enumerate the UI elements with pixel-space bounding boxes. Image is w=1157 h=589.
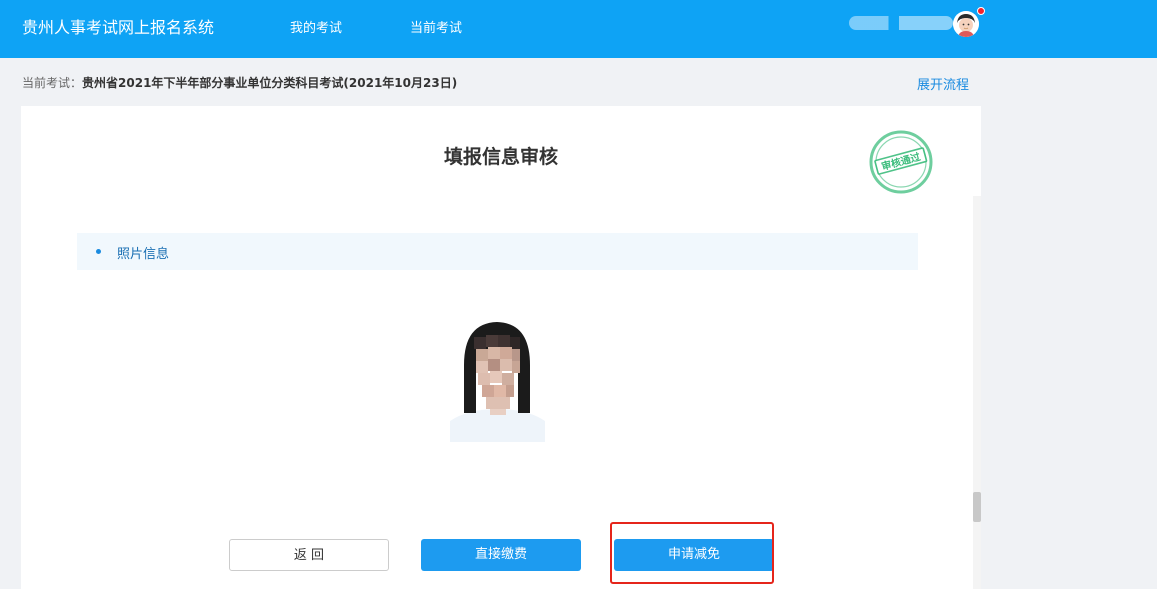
breadcrumb: 当前考试：贵州省2021年下半年部分事业单位分类科目考试(2021年10月23日…: [22, 74, 457, 91]
section-label: 照片信息: [117, 247, 170, 262]
annotation-highlight-box: [610, 522, 774, 584]
nav-current-exam[interactable]: 当前考试: [410, 17, 462, 36]
app-title: 贵州人事考试网上报名系统: [22, 18, 215, 37]
expand-process-link[interactable]: 展开流程: [917, 74, 969, 93]
bullet-dot-icon: [96, 249, 101, 254]
top-navigation-bar: 贵州人事考试网上报名系统 我的考试 当前考试: [0, 0, 1157, 58]
breadcrumb-label: 当前考试：: [22, 76, 83, 90]
back-button[interactable]: 返 回: [229, 539, 389, 571]
direct-pay-button[interactable]: 直接缴费: [421, 539, 581, 571]
photo-info-section-header: 照片信息: [77, 233, 918, 270]
review-panel: 填报信息审核 审核通过 照片信息: [21, 106, 981, 589]
vertical-scrollbar[interactable]: [973, 196, 981, 589]
notification-dot: [977, 7, 985, 15]
scrollbar-thumb[interactable]: [973, 492, 981, 522]
current-exam-name: 贵州省2021年下半年部分事业单位分类科目考试(2021年10月23日): [82, 76, 458, 90]
nav-my-exams[interactable]: 我的考试: [290, 17, 342, 36]
user-avatar-icon[interactable]: [953, 11, 979, 37]
blurred-username[interactable]: [849, 16, 953, 30]
applicant-photo: [450, 317, 545, 442]
approved-stamp-icon: 审核通过: [869, 130, 933, 194]
page-title: 填报信息审核: [443, 146, 558, 168]
